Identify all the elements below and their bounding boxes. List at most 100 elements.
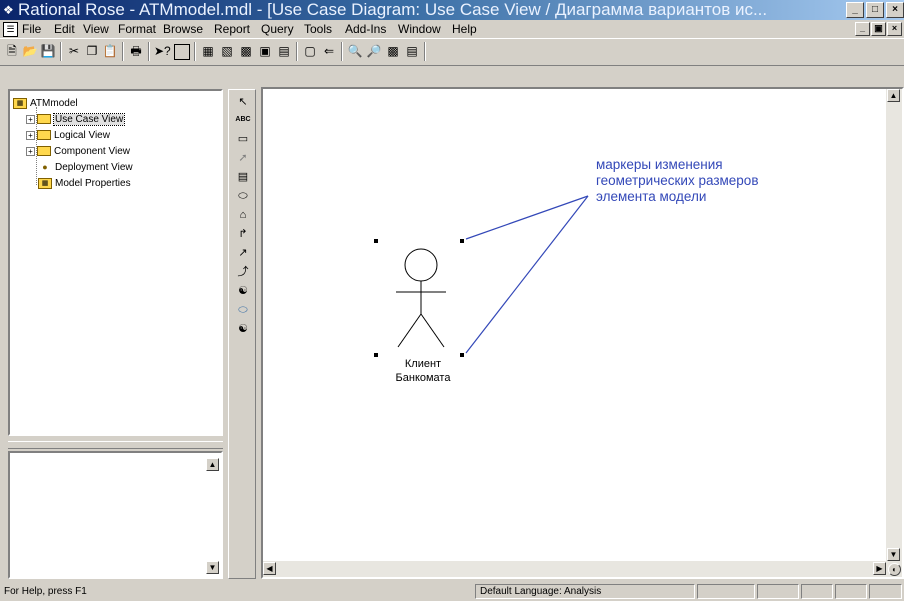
tree-item-label: Component View — [54, 145, 130, 157]
close-button[interactable]: × — [886, 2, 904, 18]
corner-grip-icon[interactable]: ◐ — [888, 563, 901, 576]
new-icon[interactable]: 🗎 — [4, 43, 20, 59]
folder-icon — [37, 130, 51, 140]
tree-item-model-properties[interactable]: ▦ Model Properties — [38, 176, 131, 190]
use-case-icon[interactable]: ⬭ — [235, 188, 251, 204]
status-bar: For Help, press F1 Default Language: Ana… — [0, 583, 904, 601]
text-box-icon[interactable]: ABC — [235, 112, 251, 128]
actor-name-line2: Банкомата — [395, 372, 451, 384]
browse-component-icon[interactable]: ▩ — [238, 43, 254, 59]
status-cell — [757, 584, 799, 599]
fit-window-icon[interactable]: ▩ — [385, 43, 401, 59]
selection-arrow-icon[interactable]: ↖ — [235, 94, 251, 110]
vertical-scrollbar[interactable]: ▲ ▼ — [886, 89, 902, 577]
browse-previous-icon[interactable]: ▢ — [302, 43, 318, 59]
resize-handle[interactable] — [460, 239, 464, 243]
context-help-icon[interactable]: ➤? — [154, 43, 171, 59]
menu-browse[interactable]: Browse — [163, 22, 203, 36]
rose-app-icon[interactable]: ❖ — [3, 4, 15, 16]
document-icon[interactable]: ☰ — [3, 22, 18, 37]
dependency-icon[interactable]: ↗ — [235, 245, 251, 261]
scroll-right-button[interactable]: ▶ — [873, 562, 886, 575]
standard-toolbar: 🗎 📂 💾 ✂ ❐ 📋 🖶 ➤? ▦ ▧ ▩ ▣ ▤ ▢ ⇐ 🔍 🔎 ▩ ▤ — [0, 38, 904, 66]
mdi-close-button[interactable]: × — [887, 22, 902, 36]
mdi-restore-button[interactable]: ▣ — [871, 22, 886, 36]
folder-icon — [37, 114, 51, 124]
menu-view[interactable]: View — [83, 22, 109, 36]
tree-item-component-view[interactable]: + Component View — [26, 144, 130, 158]
zoom-out-icon[interactable]: 🔎 — [366, 43, 382, 59]
scroll-down-button[interactable]: ▼ — [206, 561, 219, 574]
scroll-up-button[interactable]: ▲ — [206, 458, 219, 471]
menu-window[interactable]: Window — [398, 22, 441, 36]
scroll-up-button[interactable]: ▲ — [887, 89, 900, 102]
diagram-canvas[interactable]: Клиент Банкомата маркеры изменения геоме… — [261, 87, 904, 579]
business-use-case-icon[interactable]: ⬭ — [235, 302, 251, 318]
tree-item-use-case-view[interactable]: + Use Case View — [26, 112, 126, 126]
browse-class-icon[interactable]: ▦ — [200, 43, 216, 59]
model-browser[interactable]: ▦ ATMmodel + Use Case View + Logical Vie… — [8, 89, 223, 436]
business-worker-icon[interactable]: ☯ — [235, 321, 251, 337]
toolbar-separator — [424, 42, 426, 61]
note-icon[interactable]: ▭ — [235, 131, 251, 147]
expand-icon[interactable]: + — [26, 130, 35, 140]
association-icon[interactable]: ↱ — [235, 226, 251, 242]
actor-left-leg[interactable] — [397, 313, 422, 348]
anchor-note-icon[interactable]: ➚ — [235, 150, 251, 166]
minimize-button[interactable]: _ — [846, 2, 864, 18]
scroll-left-button[interactable]: ◀ — [263, 562, 276, 575]
horizontal-scrollbar[interactable]: ◀ ▶ — [263, 561, 902, 577]
status-cell — [697, 584, 755, 599]
documentation-window[interactable]: ▲ ▼ — [8, 451, 223, 579]
actor-head[interactable] — [404, 248, 438, 282]
menu-report[interactable]: Report — [214, 22, 250, 36]
model-icon: ▦ — [13, 97, 27, 109]
toolbar-separator — [148, 42, 150, 61]
menu-addins[interactable]: Add-Ins — [345, 22, 386, 36]
copy-icon[interactable]: ❐ — [84, 43, 100, 59]
expand-icon[interactable]: + — [26, 146, 35, 156]
actor-icon[interactable]: ⌂ — [235, 207, 251, 223]
resize-handle[interactable] — [374, 239, 378, 243]
menu-format[interactable]: Format — [118, 22, 156, 36]
browse-interaction-icon[interactable]: ▧ — [219, 43, 235, 59]
browse-parent-icon[interactable]: ▤ — [276, 43, 292, 59]
actor-label[interactable]: Клиент Банкомата — [373, 357, 473, 385]
back-icon[interactable]: ⇐ — [321, 43, 337, 59]
toolbar-separator — [341, 42, 343, 61]
open-icon[interactable]: 📂 — [22, 43, 38, 59]
menu-query[interactable]: Query — [261, 22, 294, 36]
expand-icon[interactable]: + — [26, 114, 35, 124]
print-icon[interactable]: 🖶 — [128, 43, 144, 59]
tree-item-deployment-view[interactable]: ● Deployment View — [38, 160, 132, 174]
menu-tools[interactable]: Tools — [304, 22, 332, 36]
scroll-down-button[interactable]: ▼ — [887, 548, 900, 561]
save-icon[interactable]: 💾 — [40, 43, 56, 59]
package-icon[interactable]: ▤ — [235, 169, 251, 185]
generalization-icon[interactable]: ⤴ — [235, 264, 251, 280]
properties-icon: ▦ — [38, 177, 52, 189]
cut-icon[interactable]: ✂ — [66, 43, 82, 59]
window-title: Rational Rose - ATMmodel.mdl - [Use Case… — [18, 0, 768, 19]
undo-fit-icon[interactable]: ▤ — [404, 43, 420, 59]
business-actor-icon[interactable]: ☯ — [235, 283, 251, 299]
paste-icon[interactable]: 📋 — [102, 43, 118, 59]
annotation-line: маркеры изменения — [596, 157, 723, 172]
pane-splitter[interactable] — [8, 441, 223, 449]
zoom-in-icon[interactable]: 🔍 — [347, 43, 363, 59]
title-bar: ❖ Rational Rose - ATMmodel.mdl - [Use Ca… — [0, 0, 904, 20]
tree-item-label: Model Properties — [55, 177, 131, 189]
view-doc-icon[interactable] — [174, 44, 190, 60]
tree-root[interactable]: ▦ ATMmodel — [13, 96, 78, 110]
actor-right-leg[interactable] — [420, 313, 445, 348]
mdi-minimize-button[interactable]: _ — [855, 22, 870, 36]
status-cell — [801, 584, 833, 599]
menu-help[interactable]: Help — [452, 22, 477, 36]
mdi-controls: _ ▣ × — [855, 22, 902, 36]
maximize-button[interactable]: □ — [866, 2, 884, 18]
actor-name-line1: Клиент — [404, 358, 442, 370]
tree-item-logical-view[interactable]: + Logical View — [26, 128, 110, 142]
browse-deployment-icon[interactable]: ▣ — [257, 43, 273, 59]
menu-file[interactable]: File — [22, 22, 41, 36]
menu-edit[interactable]: Edit — [54, 22, 75, 36]
